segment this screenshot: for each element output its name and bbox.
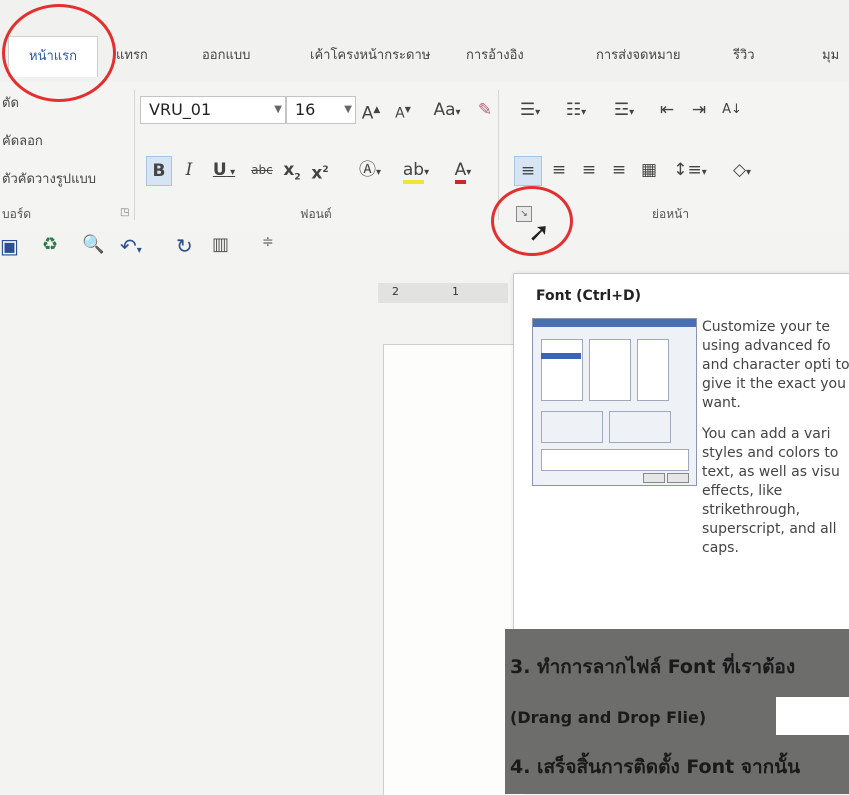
tab-references[interactable]: การอ้างอิง: [466, 44, 524, 65]
redo-icon[interactable]: ↻: [176, 234, 198, 258]
numbering-icon[interactable]: ☷▾: [556, 96, 596, 124]
increase-indent-icon[interactable]: ⇥: [686, 96, 712, 124]
tooltip-paragraph: Customize your te using advanced fo and …: [702, 319, 849, 411]
document-white-box: [776, 697, 849, 735]
line-spacing-icon[interactable]: ↕≡▾: [670, 156, 710, 184]
sort-icon[interactable]: A↓: [720, 96, 744, 124]
clipboard-launcher-icon[interactable]: ◳: [120, 207, 129, 218]
bullets-icon[interactable]: ☰▾: [510, 96, 550, 124]
align-center-icon[interactable]: ≡: [546, 156, 572, 184]
clear-formatting-icon[interactable]: ✎: [474, 96, 496, 124]
highlight-circle: [2, 4, 116, 102]
chevron-down-icon[interactable]: ▼: [344, 97, 352, 123]
undo-icon[interactable]: ↶▾: [120, 234, 156, 258]
document-page[interactable]: [383, 344, 524, 795]
ruler: 2 1: [378, 283, 508, 303]
tooltip-description: Customize your te using advanced fo and …: [702, 318, 849, 570]
tab-insert[interactable]: แทรก: [116, 44, 148, 65]
print-preview-icon[interactable]: 🔍: [82, 234, 104, 256]
tab-layout[interactable]: เค้าโครงหน้ากระดาษ: [310, 44, 430, 65]
highlight-color-icon[interactable]: ab▾: [394, 156, 438, 184]
group-divider: [134, 90, 135, 220]
strikethrough-icon[interactable]: abc: [248, 156, 276, 184]
ruler-mark: 1: [452, 285, 459, 298]
tooltip-paragraph: You can add a vari styles and colors to …: [702, 426, 840, 556]
justify-icon[interactable]: ≡: [606, 156, 632, 184]
decrease-indent-icon[interactable]: ⇤: [654, 96, 680, 124]
tab-view[interactable]: มุม: [822, 44, 839, 65]
tab-design[interactable]: ออกแบบ: [202, 44, 250, 65]
save-icon[interactable]: ▣: [0, 234, 22, 258]
text-effects-icon[interactable]: Ⓐ▾: [352, 156, 388, 184]
document-line: 3. ทำการลากไฟล์ Font ที่เราต้อง: [510, 656, 796, 678]
font-name-combo[interactable]: VRU_01 ▼: [140, 96, 286, 124]
font-size-value: 16: [295, 100, 316, 119]
bold-icon[interactable]: B: [146, 156, 172, 186]
distributed-icon[interactable]: ▦: [636, 156, 662, 184]
font-group-label: ฟอนต์: [300, 207, 332, 221]
format-painter-button[interactable]: ตัวคัดวางรูปแบบ: [2, 168, 96, 189]
save-as-icon[interactable]: ♻: [42, 234, 64, 256]
shrink-font-icon[interactable]: A▼: [392, 96, 414, 124]
font-size-combo[interactable]: 16 ▼: [286, 96, 356, 124]
document-line: (Drang and Drop Flie): [510, 708, 707, 727]
clipboard-group-label: บอร์ด: [2, 207, 32, 221]
ruler-mark: 2: [392, 285, 399, 298]
grow-font-icon[interactable]: A▲: [360, 96, 382, 124]
copy-button[interactable]: คัดลอก: [2, 130, 43, 151]
font-name-value: VRU_01: [149, 100, 212, 119]
change-case-label: Aa: [433, 100, 456, 120]
superscript-icon[interactable]: x2: [308, 156, 332, 184]
cut-button[interactable]: ตัด: [2, 92, 19, 113]
font-color-icon[interactable]: A▾: [444, 156, 482, 184]
tab-review[interactable]: รีวิว: [733, 44, 755, 65]
italic-icon[interactable]: I: [178, 156, 200, 184]
align-right-icon[interactable]: ≡: [576, 156, 602, 184]
tooltip-title: Font (Ctrl+D): [536, 288, 641, 304]
ribbon-tab-bar: หน้าแรก แทรก ออกแบบ เค้าโครงหน้ากระดาษ ก…: [0, 0, 849, 82]
chevron-down-icon[interactable]: ▼: [274, 97, 282, 123]
shading-icon[interactable]: ◇▾: [722, 156, 762, 184]
font-dialog-preview-image: [532, 318, 697, 486]
align-left-icon[interactable]: ≡: [514, 156, 542, 186]
subscript-icon[interactable]: x2: [280, 156, 304, 184]
font-tooltip: Font (Ctrl+D) Customize your te using ad…: [513, 273, 849, 631]
underline-icon[interactable]: U ▾: [206, 156, 242, 184]
paragraph-group-label: ย่อหน้า: [652, 207, 690, 221]
customize-toolbar-icon[interactable]: ≑: [262, 234, 284, 256]
change-case-button[interactable]: Aa▾: [424, 96, 470, 124]
multilevel-list-icon[interactable]: ☲▾: [602, 96, 646, 124]
tab-mailings[interactable]: การส่งจดหมาย: [596, 44, 681, 65]
layout-icon[interactable]: ▥: [212, 234, 234, 256]
highlight-circle: [491, 186, 573, 256]
document-line: 4. เสร็จสิ้นการติดตั้ง Font จากนั้น: [510, 756, 801, 778]
